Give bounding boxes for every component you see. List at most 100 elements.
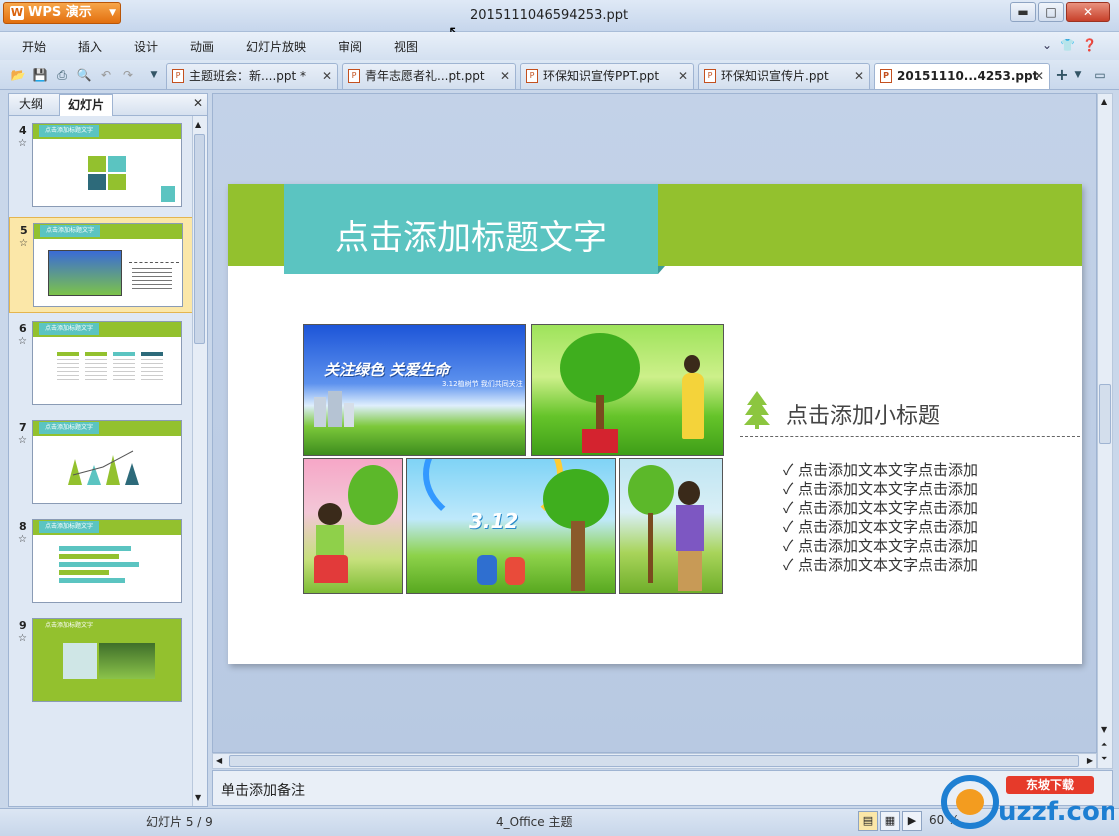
minimize-button[interactable]: ▬ [1010, 2, 1036, 22]
shirt-icon[interactable]: 👕 [1060, 38, 1075, 52]
tab-close-icon[interactable]: ✕ [322, 64, 332, 88]
open-folder-icon[interactable]: 📂 [10, 67, 26, 83]
next-slide-icon[interactable]: ⏷ [1101, 754, 1107, 764]
slide-number: 7 [19, 421, 27, 434]
scroll-up-icon[interactable]: ▲ [1101, 97, 1107, 106]
slide-number: 5 [20, 224, 28, 237]
chevron-down-icon[interactable]: ⌄ [1042, 38, 1052, 52]
thumbnail-title: 点击添加标题文字 [45, 622, 94, 629]
window-title: 2015111046594253.ppt [470, 8, 629, 23]
slides-panel: 大纲 幻灯片 ✕ 4 ☆ 点击添加标题文字 5 ☆ 点击添加标题文字 6 ☆ 点… [8, 93, 208, 807]
menu-slideshow[interactable]: 幻灯片放映 [246, 38, 306, 55]
normal-view-icon[interactable]: ▤ [858, 811, 878, 831]
tab-outline[interactable]: 大纲 [11, 94, 51, 116]
dropdown-icon[interactable]: ▼ [146, 67, 162, 83]
scroll-down-icon[interactable]: ▼ [1101, 725, 1107, 734]
photo-green-city[interactable]: 关注绿色 关爱生命 3.12植树节 我们共同关注 [303, 324, 526, 456]
tab-close-icon[interactable]: ✕ [500, 64, 510, 88]
menu-review[interactable]: 审阅 [338, 38, 362, 55]
checkmark-icon: ✓ [783, 480, 794, 498]
checkmark-icon: ✓ [783, 499, 794, 517]
slide-subtitle[interactable]: 点击添加小标题 [786, 398, 940, 430]
menu-home[interactable]: 开始 [22, 38, 46, 55]
close-icon[interactable]: ✕ [193, 96, 203, 110]
dashed-divider [740, 436, 1080, 437]
slides-panel-scrollbar[interactable]: ▲ ▼ [192, 116, 207, 806]
scroll-right-icon[interactable]: ▶ [1087, 756, 1093, 765]
tab-label: 环保知识宣传片.ppt [721, 69, 829, 83]
menu-view[interactable]: 视图 [394, 38, 418, 55]
bullet-item-3[interactable]: ✓ 点击添加文本文字点击添加 [783, 497, 978, 518]
photo-boy-planting[interactable] [619, 458, 723, 594]
scroll-down-icon[interactable]: ▼ [195, 793, 201, 802]
print-icon[interactable]: ⎙ [54, 67, 70, 83]
vertical-scrollbar[interactable]: ▲ ▼ ⏶ ⏷ [1097, 93, 1113, 769]
scroll-left-icon[interactable]: ◀ [216, 756, 222, 765]
add-tab-icon[interactable]: + [1054, 67, 1070, 83]
thumbnail-image: 点击添加标题文字 [32, 123, 182, 207]
bullet-text: 点击添加文本文字点击添加 [798, 480, 979, 498]
previous-slide-icon[interactable]: ⏶ [1101, 740, 1107, 750]
thumbnail-list: 4 ☆ 点击添加标题文字 5 ☆ 点击添加标题文字 6 ☆ 点击添加标题文字 7… [9, 116, 193, 806]
slideshow-view-icon[interactable]: ▶ [902, 811, 922, 831]
thumbnail-title: 点击添加标题文字 [39, 422, 100, 434]
undo-icon[interactable]: ↶ [98, 67, 114, 83]
scroll-thumb[interactable] [229, 755, 1079, 767]
theme-name: 4_Office 主题 [496, 815, 573, 829]
photo-rainbow-kids[interactable]: 3.12 [406, 458, 616, 594]
wps-app-button[interactable]: W WPS 演示 ▼ [3, 2, 121, 24]
tab-document-1[interactable]: P 主题班会：新....ppt * ✕ [166, 63, 338, 89]
tab-slides[interactable]: 幻灯片 [59, 94, 114, 116]
print-preview-icon[interactable]: 🔍 [76, 67, 92, 83]
slide-thumbnail-6[interactable]: 6 ☆ 点击添加标题文字 [9, 316, 193, 412]
tab-close-icon[interactable]: ✕ [678, 64, 688, 88]
slide-number: 6 [19, 322, 27, 335]
slide-thumbnail-7[interactable]: 7 ☆ 点击添加标题文字 [9, 415, 193, 511]
photo-girl-tree[interactable] [303, 458, 403, 594]
slide-thumbnail-8[interactable]: 8 ☆ 点击添加标题文字 [9, 514, 193, 610]
tab-document-3[interactable]: P 环保知识宣传PPT.ppt ✕ [520, 63, 694, 89]
maximize-button[interactable]: □ [1038, 2, 1064, 22]
ppt-file-icon: P [172, 69, 184, 83]
thumbnail-title: 点击添加标题文字 [39, 125, 100, 137]
close-button[interactable]: ✕ [1066, 2, 1110, 22]
photo-girl-watering[interactable] [531, 324, 724, 456]
tab-document-4[interactable]: P 环保知识宣传片.ppt ✕ [698, 63, 870, 89]
slide-thumbnail-5[interactable]: 5 ☆ 点击添加标题文字 [9, 217, 193, 313]
help-icon[interactable]: ❓ [1082, 38, 1097, 52]
scroll-thumb[interactable] [194, 134, 205, 344]
bullet-item-2[interactable]: ✓ 点击添加文本文字点击添加 [783, 478, 978, 499]
tab-document-5-active[interactable]: P 20151110...4253.ppt ✕ [874, 63, 1050, 89]
checkmark-icon: ✓ [783, 537, 794, 555]
menu-insert[interactable]: 插入 [78, 38, 102, 55]
scroll-thumb[interactable] [1099, 384, 1111, 444]
dropdown-icon[interactable]: ▼ [1070, 67, 1086, 83]
horizontal-scrollbar[interactable]: ◀ ▶ [212, 753, 1097, 769]
bullet-item-6[interactable]: ✓ 点击添加文本文字点击添加 [783, 554, 978, 575]
chevron-down-icon: ▼ [109, 8, 116, 18]
bullet-item-4[interactable]: ✓ 点击添加文本文字点击添加 [783, 516, 978, 537]
bullet-item-5[interactable]: ✓ 点击添加文本文字点击添加 [783, 535, 978, 556]
app-button-label: WPS 演示 [28, 5, 92, 20]
window-layout-icon[interactable]: ▭ [1092, 67, 1108, 83]
tab-close-icon[interactable]: ✕ [854, 64, 864, 88]
redo-icon[interactable]: ↷ [120, 67, 136, 83]
ppt-file-icon: P [880, 69, 892, 83]
tree-icon [744, 391, 770, 429]
tab-close-icon[interactable]: ✕ [1034, 64, 1044, 88]
bullet-item-1[interactable]: ✓ 点击添加文本文字点击添加 [783, 459, 978, 480]
slide-title[interactable]: 点击添加标题文字 [284, 210, 658, 259]
watermark-text: uzzf.com [998, 797, 1114, 827]
slide-thumbnail-9[interactable]: 9 ☆ 点击添加标题文字 [9, 613, 193, 709]
ppt-file-icon: P [704, 69, 716, 83]
tab-document-2[interactable]: P 青年志愿者礼...pt.ppt ✕ [342, 63, 516, 89]
scroll-up-icon[interactable]: ▲ [195, 120, 201, 129]
menu-animation[interactable]: 动画 [190, 38, 214, 55]
slide-thumbnail-4[interactable]: 4 ☆ 点击添加标题文字 [9, 118, 193, 214]
current-slide[interactable]: 点击添加标题文字 关注绿色 关爱生命 3.12植树节 我们共同关注 3.12 点… [228, 184, 1082, 664]
menu-design[interactable]: 设计 [134, 38, 158, 55]
thumbnail-image: 点击添加标题文字 [32, 420, 182, 504]
slide-sorter-view-icon[interactable]: ▦ [880, 811, 900, 831]
photo-caption-sub: 3.12植树节 我们共同关注 [442, 380, 523, 388]
save-icon[interactable]: 💾 [32, 67, 48, 83]
